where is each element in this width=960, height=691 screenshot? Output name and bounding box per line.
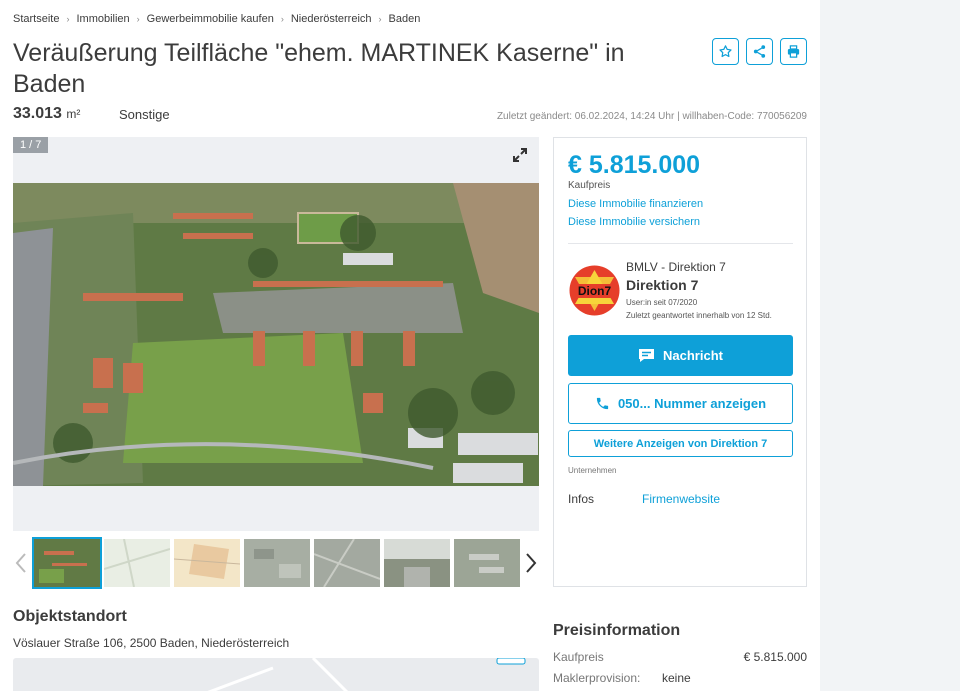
finance-link[interactable]: Diese Immobilie finanzieren [568, 198, 703, 210]
image-counter: 1 / 7 [13, 137, 49, 153]
purchase-price-value: € 5.815.000 [743, 650, 807, 664]
chevron-left-icon [15, 553, 26, 573]
company-subtitle: BMLV - Direktion 7 [626, 260, 726, 274]
website-link[interactable]: Firmenwebsite [642, 492, 720, 506]
expand-icon [513, 148, 527, 162]
print-button[interactable] [780, 38, 807, 65]
location-title: Objektstandort [13, 608, 127, 625]
thumbnail[interactable] [454, 539, 520, 587]
main-photo[interactable] [13, 183, 539, 486]
breadcrumb-separator-icon: › [66, 14, 70, 24]
company-name[interactable]: Direktion 7 [626, 277, 698, 293]
star-icon [719, 45, 732, 58]
breadcrumb-item-niederoesterreich[interactable]: Niederösterreich [291, 13, 372, 25]
breadcrumb-separator-icon: › [378, 14, 382, 24]
logo-text: Dion7 [578, 284, 612, 298]
location-map[interactable] [13, 658, 539, 691]
location-address: Vöslauer Straße 106, 2500 Baden, Niederö… [13, 636, 290, 650]
breadcrumb-separator-icon: › [280, 14, 284, 24]
chat-icon [639, 349, 655, 362]
price-label: Kaufpreis [568, 180, 611, 191]
response-time: Zuletzt geantwortet innerhalb von 12 Std… [626, 311, 772, 320]
print-icon [787, 45, 800, 58]
breadcrumb-item-startseite[interactable]: Startseite [13, 13, 59, 25]
expand-button[interactable] [512, 147, 528, 168]
chevron-right-icon [526, 553, 537, 573]
breadcrumb-item-immobilien[interactable]: Immobilien [76, 13, 129, 25]
breadcrumb-item-gewerbeimmobilie[interactable]: Gewerbeimmobilie kaufen [147, 13, 274, 25]
company-logo: Dion7 [569, 265, 620, 316]
listing-meta: Zuletzt geändert: 06.02.2024, 14:24 Uhr … [496, 111, 807, 122]
divider [568, 243, 793, 244]
action-buttons [712, 38, 807, 65]
breadcrumb: Startseite › Immobilien › Gewerbeimmobil… [13, 13, 420, 25]
thumbnail[interactable] [384, 539, 450, 587]
thumbnail-prev-button[interactable] [15, 552, 27, 579]
price-contact-card: € 5.815.000 Kaufpreis Diese Immobilie fi… [553, 137, 807, 587]
purchase-price-label: Kaufpreis [553, 650, 604, 664]
thumbnail[interactable] [104, 539, 170, 587]
phone-icon [596, 397, 609, 410]
thumbnail[interactable] [32, 537, 102, 589]
company-type: Unternehmen [568, 466, 617, 475]
insure-link[interactable]: Diese Immobilie versichern [568, 216, 700, 228]
commission-label: Maklerprovision: [553, 671, 641, 685]
page-title: Veräußerung Teilfläche "ehem. MARTINEK K… [13, 39, 625, 98]
price-info-title: Preisinformation [553, 622, 681, 639]
share-button[interactable] [746, 38, 773, 65]
more-ads-button[interactable]: Weitere Anzeigen von Direktion 7 [568, 430, 793, 457]
breadcrumb-item-baden[interactable]: Baden [389, 13, 421, 25]
share-icon [753, 45, 766, 58]
image-gallery[interactable] [13, 137, 539, 531]
phone-button-label: 050... Nummer anzeigen [617, 396, 767, 411]
map-canvas [207, 658, 526, 691]
infos-label: Infos [568, 492, 595, 506]
phone-button[interactable]: 050... Nummer anzeigen [568, 383, 793, 424]
thumbnail[interactable] [174, 539, 240, 587]
right-background [820, 0, 960, 691]
price: € 5.815.000 [568, 151, 701, 179]
thumbnail-next-button[interactable] [525, 552, 537, 579]
commission-value: keine [662, 671, 691, 685]
thumbnail[interactable] [314, 539, 380, 587]
breadcrumb-separator-icon: › [136, 14, 140, 24]
thumbnail-strip [13, 537, 539, 589]
thumbnail[interactable] [244, 539, 310, 587]
favorite-button[interactable] [712, 38, 739, 65]
member-since: User:in seit 07/2020 [626, 298, 698, 307]
message-button-label: Nachricht [663, 348, 723, 363]
message-button[interactable]: Nachricht [568, 335, 793, 376]
